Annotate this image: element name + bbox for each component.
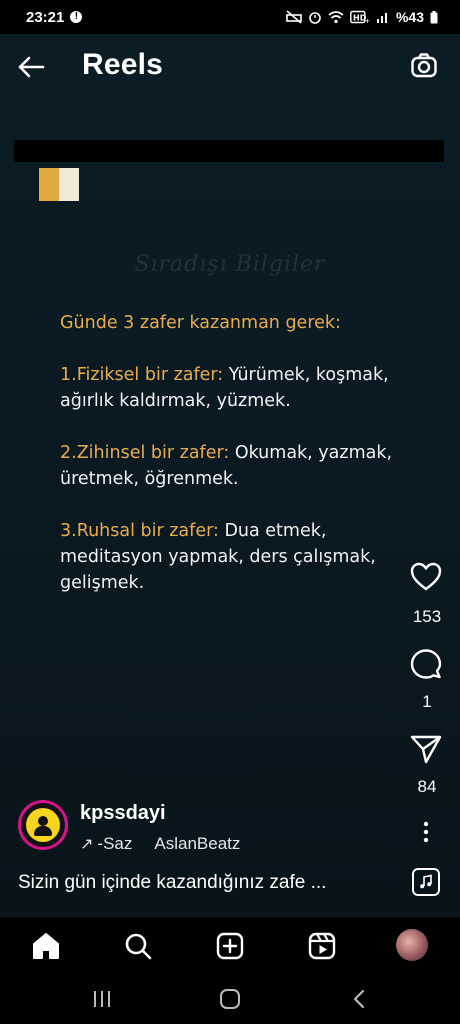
status-bar: 23:21 ! HD + %43 xyxy=(0,0,460,34)
list-item: 2.Zihinsel bir zafer: Okumak, yazmak, ür… xyxy=(60,440,420,492)
username[interactable]: kpssdayi xyxy=(80,802,166,825)
alarm-off-icon xyxy=(286,10,302,24)
list-item: 1.Fiziksel bir zafer: Yürümek, koşmak, a… xyxy=(60,362,420,414)
audio-prefix: -Saz xyxy=(97,834,133,853)
battery-icon xyxy=(430,10,438,23)
book-pages-icon xyxy=(39,168,79,201)
avatar[interactable] xyxy=(18,800,68,850)
top-bar: Reels xyxy=(0,34,460,98)
search-icon[interactable] xyxy=(123,931,153,961)
status-time: 23:21 xyxy=(26,8,65,26)
svg-text:+: + xyxy=(365,18,370,24)
reels-icon[interactable] xyxy=(307,931,337,961)
comment-icon[interactable] xyxy=(410,648,442,680)
wifi-icon xyxy=(328,11,344,24)
image-top-band xyxy=(14,140,444,162)
music-icon[interactable] xyxy=(412,868,440,896)
arrow-up-right-icon: ↗ xyxy=(80,836,94,853)
page-title: Reels xyxy=(82,48,164,81)
audio-artist: AslanBeatz xyxy=(154,834,241,853)
audio-link[interactable]: ↗ -Saz AslanBeatz xyxy=(80,834,240,854)
avatar-image xyxy=(26,808,60,842)
hd-icon: HD+ xyxy=(350,10,370,24)
home-icon[interactable] xyxy=(31,931,61,961)
avatar-figure-body xyxy=(34,826,52,836)
author-row: kpssdayi ↗ -Saz AslanBeatz xyxy=(18,800,398,856)
music-note-icon xyxy=(420,874,432,889)
caption[interactable]: Sizin gün içinde kazandığınız zafe ... xyxy=(18,872,398,894)
post-text: Günde 3 zafer kazanman gerek: 1.Fiziksel… xyxy=(60,310,420,622)
bottom-nav xyxy=(0,916,460,972)
back-button-icon[interactable] xyxy=(348,988,372,1010)
create-icon[interactable] xyxy=(215,931,245,961)
more-options-icon[interactable] xyxy=(416,820,436,844)
signal-icon xyxy=(376,13,387,23)
item-label: 2.Zihinsel bir zafer: xyxy=(60,443,230,463)
alert-icon: ! xyxy=(70,11,83,23)
page-right xyxy=(59,168,79,201)
status-right: HD + %43 xyxy=(286,9,438,25)
heart-icon[interactable] xyxy=(410,562,442,592)
comment-count[interactable]: 1 xyxy=(397,692,457,712)
list-item: 3.Ruhsal bir zafer: Dua etmek, meditasyo… xyxy=(60,518,420,596)
alarm-icon xyxy=(309,12,321,24)
watermark: Sıradışı Bilgiler xyxy=(134,252,326,277)
recent-apps-icon[interactable] xyxy=(90,988,114,1010)
post-heading: Günde 3 zafer kazanman gerek: xyxy=(60,313,341,333)
profile-avatar[interactable] xyxy=(396,929,428,961)
battery-percentage: %43 xyxy=(395,9,424,25)
item-label: 1.Fiziksel bir zafer: xyxy=(60,365,224,385)
arrow-left-icon[interactable] xyxy=(16,52,46,82)
page-left xyxy=(39,168,59,201)
avatar-figure-head xyxy=(38,816,48,826)
status-left: 23:21 ! xyxy=(26,8,83,26)
system-nav-bar xyxy=(0,972,460,1024)
share-icon[interactable] xyxy=(410,734,442,764)
item-label: 3.Ruhsal bir zafer: xyxy=(60,521,219,541)
camera-icon[interactable] xyxy=(410,52,438,80)
share-count[interactable]: 84 xyxy=(397,777,457,797)
home-button-icon[interactable] xyxy=(218,988,242,1010)
like-count[interactable]: 153 xyxy=(397,607,457,627)
